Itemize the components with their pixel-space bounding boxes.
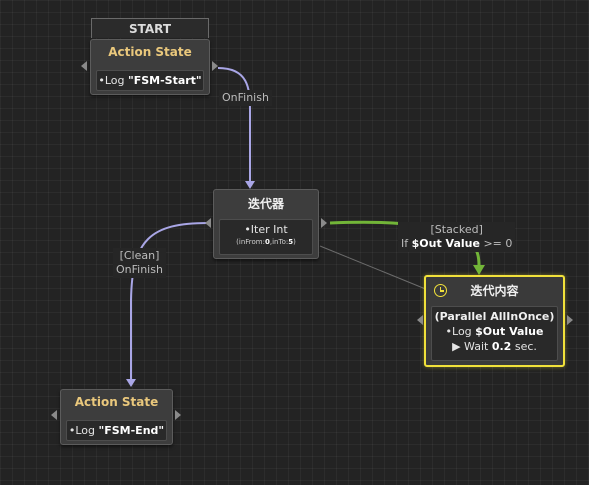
start-tag: START (91, 18, 209, 38)
wire-iterator-to-end[interactable] (130, 222, 209, 380)
action-line: •Log $Out Value (445, 325, 544, 338)
node-body: •Iter Int (inFrom:0,inTo:5) (219, 219, 313, 255)
action-line: •Iter Int (244, 223, 288, 236)
node-action-state-start[interactable]: Action State •Log "FSM-Start" (90, 39, 210, 95)
iter-content-link (319, 245, 429, 291)
node-action-state-end[interactable]: Action State •Log "FSM-End" (60, 389, 173, 445)
node-title: 迭代内容 (470, 284, 519, 298)
left-port[interactable] (417, 315, 423, 325)
right-port[interactable] (321, 218, 327, 228)
log-value: "FSM-End" (98, 424, 165, 437)
transition-label-clean[interactable]: [Clean] OnFinish (113, 248, 166, 278)
right-port[interactable] (175, 410, 181, 420)
left-port[interactable] (81, 61, 87, 71)
wire-start-to-iterator[interactable] (217, 67, 251, 182)
transition-label-onfinish[interactable]: OnFinish (219, 90, 272, 106)
transition-label-stacked[interactable]: [Stacked] If $Out Value >= 0 (398, 222, 516, 252)
node-body: (Parallel AllInOnce) •Log $Out Value ▶ W… (431, 306, 558, 361)
wire-content-arrow (473, 265, 485, 275)
left-port[interactable] (51, 410, 57, 420)
parallel-mode: (Parallel AllInOnce) (434, 310, 555, 323)
node-iterator[interactable]: 迭代器 •Iter Int (inFrom:0,inTo:5) (213, 189, 319, 259)
node-title: Action State (108, 45, 192, 59)
iter-params: (inFrom:0,inTo:5) (236, 238, 296, 246)
node-body: •Log "FSM-End" (66, 420, 167, 441)
node-iteration-content[interactable]: 迭代内容 (Parallel AllInOnce) •Log $Out Valu… (424, 275, 565, 367)
action-line: •Log (98, 74, 128, 87)
wire-start-arrow (245, 181, 255, 189)
node-title: 迭代器 (247, 197, 284, 211)
fsm-canvas[interactable]: START Action State •Log "FSM-Start" OnFi… (0, 0, 589, 485)
node-title: Action State (74, 395, 159, 409)
right-port[interactable] (212, 61, 218, 71)
wire-end-arrow (126, 379, 136, 387)
clock-icon (434, 284, 447, 297)
action-line: •Log (68, 424, 99, 437)
node-body: •Log "FSM-Start" (96, 70, 204, 91)
left-port[interactable] (205, 218, 211, 228)
right-port[interactable] (567, 315, 573, 325)
log-value: "FSM-Start" (127, 74, 202, 87)
wait-line: ▶ Wait 0.2 sec. (452, 340, 537, 353)
